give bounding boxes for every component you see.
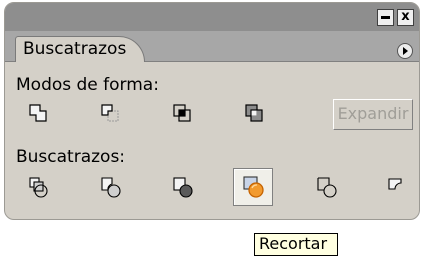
tab-strip: Buscatrazos xyxy=(5,31,419,62)
pathfinders-label: Buscatrazos: xyxy=(16,147,126,167)
minimize-button[interactable] xyxy=(377,9,394,26)
minimize-icon xyxy=(381,13,390,19)
intersect-shape-areas-icon xyxy=(173,104,191,122)
divide-icon xyxy=(29,177,48,198)
crop-button[interactable] xyxy=(233,168,273,206)
merge-icon xyxy=(173,177,193,198)
add-to-shape-area-button[interactable] xyxy=(21,98,55,132)
add-to-shape-area-icon xyxy=(29,104,47,122)
subtract-from-shape-area-icon xyxy=(101,104,119,122)
shape-modes-label: Modos de forma: xyxy=(16,75,159,95)
trim-icon xyxy=(101,177,121,198)
trim-button[interactable] xyxy=(93,171,127,205)
panel-menu-button[interactable] xyxy=(397,43,413,59)
tab-pathfinder[interactable]: Buscatrazos xyxy=(15,36,145,62)
minus-back-button[interactable] xyxy=(379,171,413,205)
outline-icon xyxy=(317,177,337,198)
exclude-overlapping-button[interactable] xyxy=(237,98,271,132)
close-icon: x xyxy=(401,9,410,24)
exclude-overlapping-shape-areas-icon xyxy=(245,104,263,122)
divide-button[interactable] xyxy=(21,171,55,205)
outline-button[interactable] xyxy=(309,171,343,205)
expand-button[interactable]: Expandir xyxy=(333,99,413,130)
minus-back-icon xyxy=(388,178,402,190)
pathfinder-panel: x Buscatrazos Modos de forma: Expandir B… xyxy=(4,2,420,220)
subtract-from-shape-area-button[interactable] xyxy=(93,98,127,132)
merge-button[interactable] xyxy=(165,171,199,205)
panel-titlebar[interactable]: x xyxy=(5,3,419,32)
crop-icon xyxy=(243,176,264,198)
tooltip: Recortar xyxy=(254,233,338,256)
intersect-shape-areas-button[interactable] xyxy=(165,98,199,132)
close-button[interactable]: x xyxy=(397,9,414,26)
triangle-right-icon xyxy=(403,47,408,55)
